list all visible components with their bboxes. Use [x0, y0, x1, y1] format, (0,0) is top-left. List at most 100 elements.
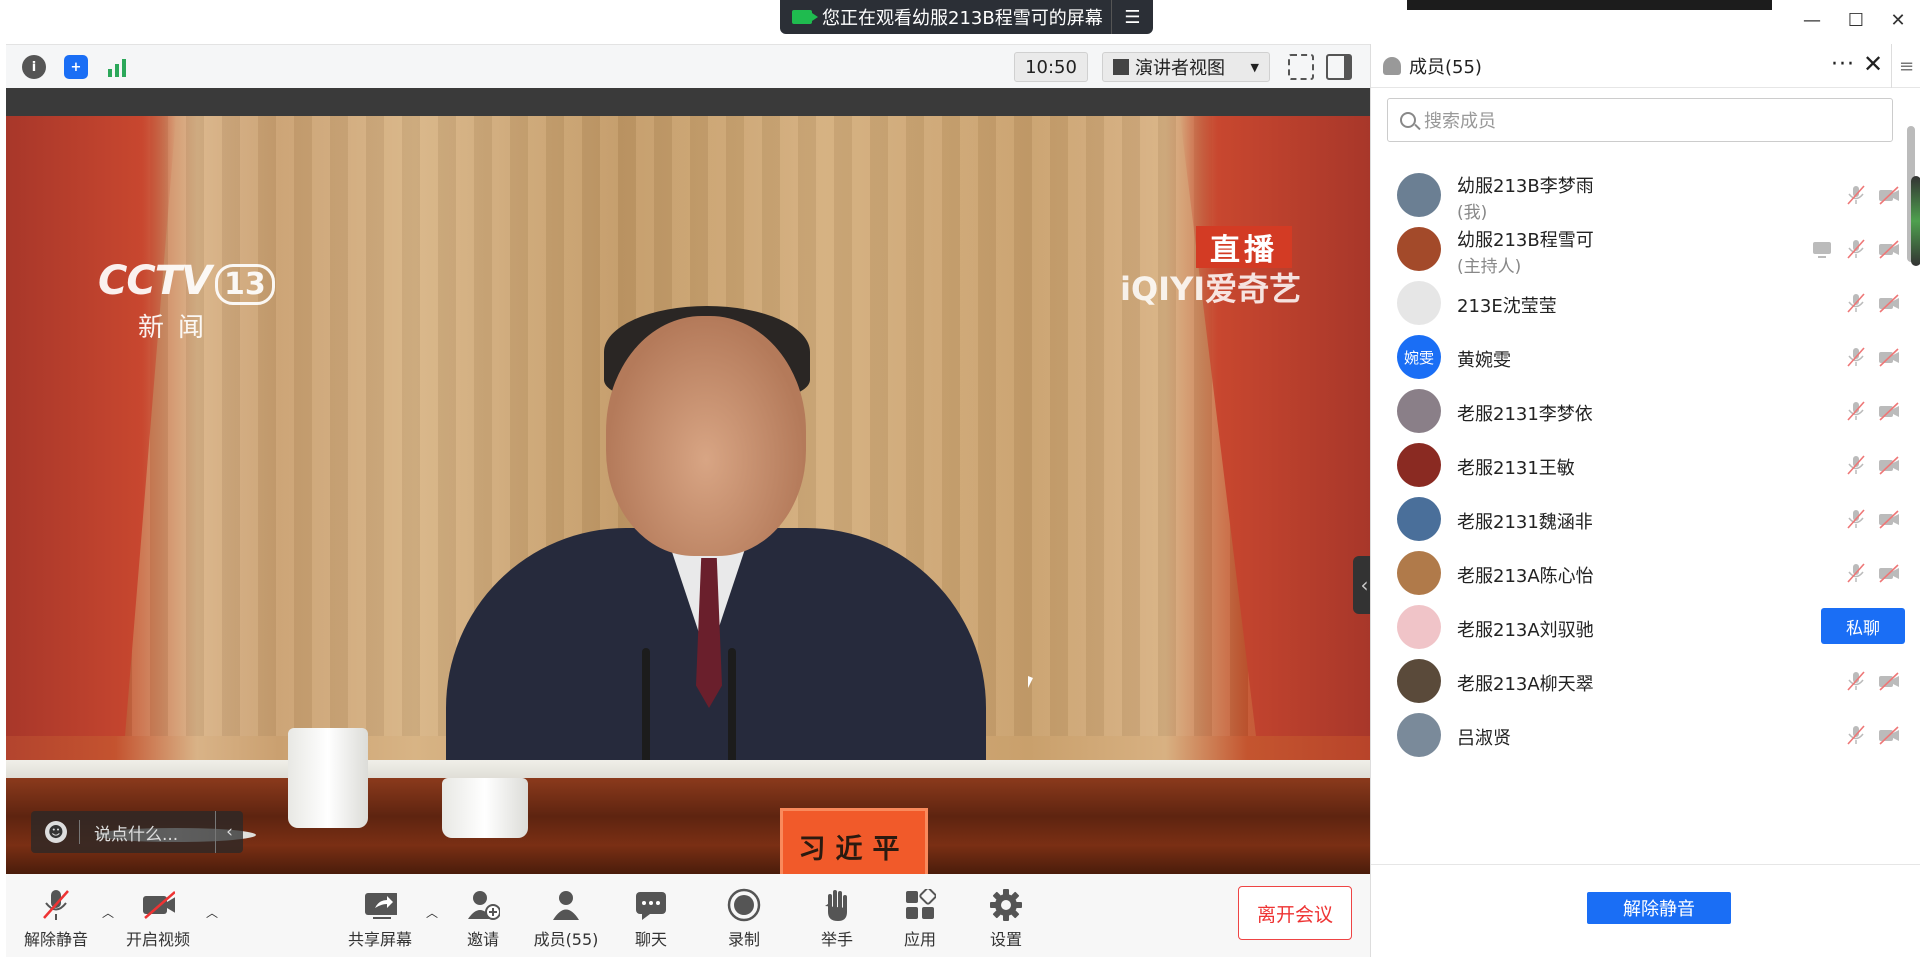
unmute-button[interactable]: 解除静音: [16, 888, 96, 950]
member-name: 吕淑贤: [1457, 728, 1511, 749]
search-members-input[interactable]: 搜索成员: [1387, 98, 1893, 142]
info-icon[interactable]: i: [22, 55, 46, 79]
microphone-muted-icon[interactable]: [1845, 292, 1867, 314]
comment-input[interactable]: ☻ 说点什么... ‹: [31, 811, 243, 853]
chevron-down-icon: ▼: [1250, 60, 1259, 74]
view-mode-dropdown[interactable]: 演讲者视图 ▼: [1102, 52, 1270, 82]
chat-bubble-icon: [634, 888, 668, 922]
more-options-icon[interactable]: ···: [1831, 52, 1855, 77]
expand-panel-button[interactable]: ‹: [1353, 556, 1370, 614]
apps-button[interactable]: 应用: [880, 888, 960, 950]
chevron-up-icon[interactable]: ︿: [426, 904, 438, 921]
camera-off-icon[interactable]: [1877, 346, 1899, 368]
camera-off-icon[interactable]: [1877, 562, 1899, 584]
microphone-muted-icon[interactable]: [1845, 724, 1867, 746]
emoji-icon[interactable]: ☻: [45, 821, 67, 843]
tea-cup: [442, 778, 528, 838]
close-icon[interactable]: ✕: [1863, 50, 1883, 78]
camera-off-icon[interactable]: [1877, 724, 1899, 746]
start-video-button[interactable]: 开启视频: [118, 888, 198, 950]
camera-off-icon: [141, 888, 175, 922]
meeting-top-bar: i + 10:50 演讲者视图 ▼: [6, 44, 1370, 88]
member-name: 老服213A刘驭驰: [1457, 620, 1594, 641]
fullscreen-icon[interactable]: [1288, 54, 1314, 80]
settings-button[interactable]: 设置: [966, 888, 1046, 950]
unmute-self-button[interactable]: 解除静音: [1587, 892, 1731, 924]
minimize-button[interactable]: —: [1797, 8, 1827, 32]
members-panel-header: 成员(55) ··· ✕ ≡: [1371, 44, 1920, 88]
close-window-button[interactable]: ✕: [1883, 8, 1913, 32]
side-menu-icon[interactable]: ≡: [1891, 44, 1920, 88]
members-button[interactable]: 成员(55): [526, 888, 606, 950]
member-row[interactable]: 吕淑贤: [1371, 702, 1920, 768]
invite-button[interactable]: 邀请: [443, 888, 523, 950]
divider: [1371, 864, 1920, 865]
security-shield-icon[interactable]: +: [64, 55, 88, 79]
network-signal-icon[interactable]: [106, 55, 130, 79]
leave-meeting-button[interactable]: 离开会议: [1238, 886, 1352, 940]
microphone-muted-icon[interactable]: [1845, 562, 1867, 584]
microphone-muted-icon[interactable]: [1845, 184, 1867, 206]
avatar: [1397, 443, 1441, 487]
chevron-up-icon[interactable]: ︿: [102, 904, 114, 921]
camera-off-icon[interactable]: [1877, 454, 1899, 476]
title-bar: 您正在观看幼服213B程雪可的屏幕 ☰ — ☐ ✕: [0, 0, 1920, 44]
window-decoration: [1407, 0, 1772, 10]
camera-off-icon[interactable]: [1877, 184, 1899, 206]
record-icon: [727, 888, 761, 922]
member-name: 黄婉雯: [1457, 350, 1511, 371]
microphone-muted-icon[interactable]: [1845, 238, 1867, 260]
channel-number: 13: [214, 264, 275, 305]
microphone-muted-icon[interactable]: [1845, 508, 1867, 530]
screen-share-text: 您正在观看幼服213B程雪可的屏幕: [822, 8, 1103, 29]
screen-share-banner: 您正在观看幼服213B程雪可的屏幕 ☰: [780, 0, 1153, 34]
list-menu-icon[interactable]: ☰: [1111, 0, 1153, 34]
camera-off-icon[interactable]: [1877, 670, 1899, 692]
channel-subtitle: 新闻: [138, 313, 219, 343]
chevron-up-icon[interactable]: ︿: [206, 904, 218, 921]
microphone-muted-icon[interactable]: [1845, 454, 1867, 476]
search-icon: [1400, 112, 1416, 128]
members-label: 成员(55): [533, 930, 599, 949]
maximize-button[interactable]: ☐: [1841, 8, 1871, 32]
microphone-muted-icon[interactable]: [1845, 400, 1867, 422]
share-screen-label: 共享屏幕: [347, 930, 412, 949]
channel-name: CCTV: [98, 258, 212, 304]
private-chat-button[interactable]: 私聊: [1821, 608, 1905, 644]
chevron-left-icon[interactable]: ‹: [215, 811, 243, 853]
camera-off-icon[interactable]: [1877, 400, 1899, 422]
camera-off-icon[interactable]: [1877, 292, 1899, 314]
layout-icon: [1113, 59, 1129, 75]
apps-label: 应用: [903, 930, 936, 949]
watermark: iQIYI爱奇艺: [1120, 270, 1302, 308]
share-screen-button[interactable]: 共享屏幕: [340, 888, 420, 950]
camera-off-icon[interactable]: [1877, 238, 1899, 260]
start-video-label: 开启视频: [125, 930, 190, 949]
member-name: 213E沈莹莹: [1457, 296, 1557, 317]
record-button[interactable]: 录制: [704, 888, 784, 950]
members-icon: [549, 888, 583, 922]
microphone-muted-icon[interactable]: [1845, 346, 1867, 368]
microphone-muted-icon[interactable]: [1845, 670, 1867, 692]
members-panel-title: 成员(55): [1409, 56, 1482, 78]
comment-placeholder: 说点什么...: [94, 824, 179, 845]
avatar: [1397, 713, 1441, 757]
camera-off-icon[interactable]: [1877, 508, 1899, 530]
channel-logo: CCTV 13 新闻: [98, 258, 275, 344]
members-list: 幼服213B李梦雨 (我) 幼服213B程雪可 (主持人) 213E沈莹莹 婉雯 黄婉雯 老服…: [1371, 162, 1920, 864]
raise-hand-label: 举手: [820, 930, 853, 949]
tea-cup: [288, 728, 368, 828]
view-mode-label: 演讲者视图: [1135, 58, 1225, 79]
avatar: [1397, 227, 1441, 271]
hand-icon: [820, 888, 854, 922]
avatar: 婉雯: [1397, 335, 1441, 379]
raise-hand-button[interactable]: 举手: [797, 888, 877, 950]
sidebar-toggle-icon[interactable]: [1326, 54, 1352, 80]
mouse-cursor: [1028, 676, 1033, 688]
member-name: 老服2131李梦依: [1457, 404, 1593, 425]
microphone-muted-icon: [39, 888, 73, 922]
screen-sharing-icon: [1811, 238, 1833, 260]
chat-button[interactable]: 聊天: [611, 888, 691, 950]
member-name: 老服213A陈心怡: [1457, 566, 1594, 587]
shared-video-area[interactable]: 习近平 CCTV 13 新闻 直播 iQIYI爱奇艺 ☻ 说点什么... ‹ ‹: [6, 88, 1370, 874]
